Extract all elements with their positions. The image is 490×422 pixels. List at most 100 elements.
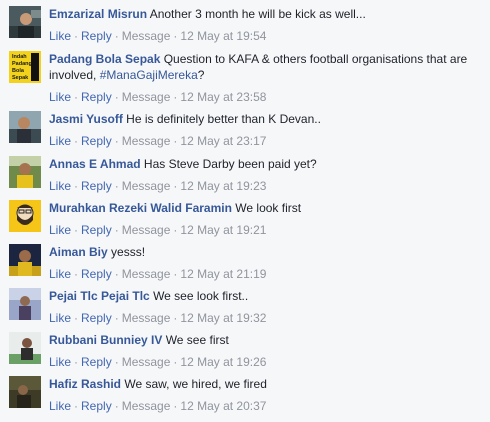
comment-body: Has Steve Darby been paid yet? <box>143 157 317 171</box>
reply-link[interactable]: Reply <box>81 399 112 413</box>
comment-actions: Like · Reply · Message · 12 May at 19:26 <box>49 354 484 370</box>
comment-actions: Like · Reply · Message · 12 May at 19:32 <box>49 310 484 326</box>
separator: · <box>114 355 119 369</box>
like-link[interactable]: Like <box>49 179 71 193</box>
comment-list: Emzarizal Misrun Another 3 month he will… <box>0 0 490 422</box>
separator: · <box>74 311 79 325</box>
comment-body: We saw, we hired, we fired <box>124 377 267 391</box>
separator: · <box>114 90 119 104</box>
message-link[interactable]: Message <box>122 223 171 237</box>
message-link[interactable]: Message <box>122 311 171 325</box>
comment-text: Emzarizal Misrun Another 3 month he will… <box>49 6 484 22</box>
like-link[interactable]: Like <box>49 267 71 281</box>
separator: · <box>74 134 79 148</box>
message-link[interactable]: Message <box>122 134 171 148</box>
comment-author[interactable]: Aiman Biy <box>49 245 108 259</box>
comment-author[interactable]: Padang Bola Sepak <box>49 52 160 66</box>
comment-timestamp[interactable]: 12 May at 19:21 <box>180 223 266 237</box>
comment-timestamp[interactable]: 12 May at 20:37 <box>180 399 266 413</box>
comment-timestamp[interactable]: 12 May at 19:32 <box>180 311 266 325</box>
separator: · <box>74 90 79 104</box>
separator: · <box>114 267 119 281</box>
reply-link[interactable]: Reply <box>81 311 112 325</box>
separator: · <box>74 267 79 281</box>
like-link[interactable]: Like <box>49 399 71 413</box>
comment-timestamp[interactable]: 12 May at 19:23 <box>180 179 266 193</box>
comment-text: Hafiz Rashid We saw, we hired, we fired <box>49 376 484 392</box>
avatar[interactable]: Indah Padang Bola Sepak <box>9 51 41 83</box>
comment-text: Aiman Biy yesss! <box>49 244 484 260</box>
separator: · <box>173 134 178 148</box>
hashtag-link[interactable]: #ManaGajiMereka <box>100 68 198 82</box>
avatar[interactable] <box>9 200 41 232</box>
like-link[interactable]: Like <box>49 29 71 43</box>
reply-link[interactable]: Reply <box>81 267 112 281</box>
comment-actions: Like · Reply · Message · 12 May at 23:17 <box>49 133 484 149</box>
comment-author[interactable]: Emzarizal Misrun <box>49 7 147 21</box>
separator: · <box>173 399 178 413</box>
avatar[interactable] <box>9 288 41 320</box>
comment-body: Another 3 month he will be kick as well.… <box>149 7 366 21</box>
message-link[interactable]: Message <box>122 267 171 281</box>
comment-author[interactable]: Murahkan Rezeki Walid Faramin <box>49 201 232 215</box>
separator: · <box>173 90 178 104</box>
reply-link[interactable]: Reply <box>81 90 112 104</box>
comment-actions: Like · Reply · Message · 12 May at 23:58 <box>49 89 484 105</box>
reply-link[interactable]: Reply <box>81 134 112 148</box>
comment-author[interactable]: Rubbani Bunniey IV <box>49 333 162 347</box>
message-link[interactable]: Message <box>122 29 171 43</box>
separator: · <box>114 223 119 237</box>
svg-text:Bola: Bola <box>12 68 25 74</box>
message-link[interactable]: Message <box>122 399 171 413</box>
message-link[interactable]: Message <box>122 179 171 193</box>
comment-actions: Like · Reply · Message · 12 May at 20:37 <box>49 398 484 414</box>
comment-actions: Like · Reply · Message · 12 May at 19:21 <box>49 222 484 238</box>
avatar-logo-text: Indah <box>12 54 27 60</box>
avatar[interactable] <box>9 376 41 408</box>
separator: · <box>114 29 119 43</box>
comment-body: He is definitely better than K Devan.. <box>126 112 321 126</box>
avatar[interactable] <box>9 332 41 364</box>
comment-author[interactable]: Annas E Ahmad <box>49 157 141 171</box>
reply-link[interactable]: Reply <box>81 355 112 369</box>
like-link[interactable]: Like <box>49 311 71 325</box>
comment-actions: Like · Reply · Message · 12 May at 19:54 <box>49 28 484 44</box>
message-link[interactable]: Message <box>122 90 171 104</box>
comment-actions: Like · Reply · Message · 12 May at 21:19 <box>49 266 484 282</box>
separator: · <box>74 399 79 413</box>
separator: · <box>74 179 79 193</box>
separator: · <box>114 179 119 193</box>
separator: · <box>173 179 178 193</box>
like-link[interactable]: Like <box>49 223 71 237</box>
comment-timestamp[interactable]: 12 May at 21:19 <box>180 267 266 281</box>
reply-link[interactable]: Reply <box>81 223 112 237</box>
comment-body: We see look first.. <box>153 289 249 303</box>
separator: · <box>114 134 119 148</box>
separator: · <box>173 29 178 43</box>
comment-author[interactable]: Hafiz Rashid <box>49 377 121 391</box>
svg-text:Padang: Padang <box>12 61 32 67</box>
comment-actions: Like · Reply · Message · 12 May at 19:23 <box>49 178 484 194</box>
comment-body: We see first <box>165 333 229 347</box>
like-link[interactable]: Like <box>49 134 71 148</box>
like-link[interactable]: Like <box>49 90 71 104</box>
reply-link[interactable]: Reply <box>81 29 112 43</box>
comment-text: Murahkan Rezeki Walid Faramin We look fi… <box>49 200 484 216</box>
comment-author[interactable]: Jasmi Yusoff <box>49 112 123 126</box>
like-link[interactable]: Like <box>49 355 71 369</box>
avatar[interactable] <box>9 156 41 188</box>
comment-timestamp[interactable]: 12 May at 23:17 <box>180 134 266 148</box>
comment-timestamp[interactable]: 12 May at 19:54 <box>180 29 266 43</box>
comment-timestamp[interactable]: 12 May at 19:26 <box>180 355 266 369</box>
avatar[interactable] <box>9 111 41 143</box>
comment-text: Padang Bola Sepak Question to KAFA & oth… <box>49 51 484 83</box>
message-link[interactable]: Message <box>122 355 171 369</box>
avatar[interactable] <box>9 6 41 38</box>
comment-text: Rubbani Bunniey IV We see first <box>49 332 484 348</box>
separator: · <box>74 29 79 43</box>
comment-body: We look first <box>235 201 302 215</box>
avatar[interactable] <box>9 244 41 276</box>
comment-timestamp[interactable]: 12 May at 23:58 <box>180 90 266 104</box>
comment-author[interactable]: Pejai Tlc Pejai Tlc <box>49 289 150 303</box>
reply-link[interactable]: Reply <box>81 179 112 193</box>
